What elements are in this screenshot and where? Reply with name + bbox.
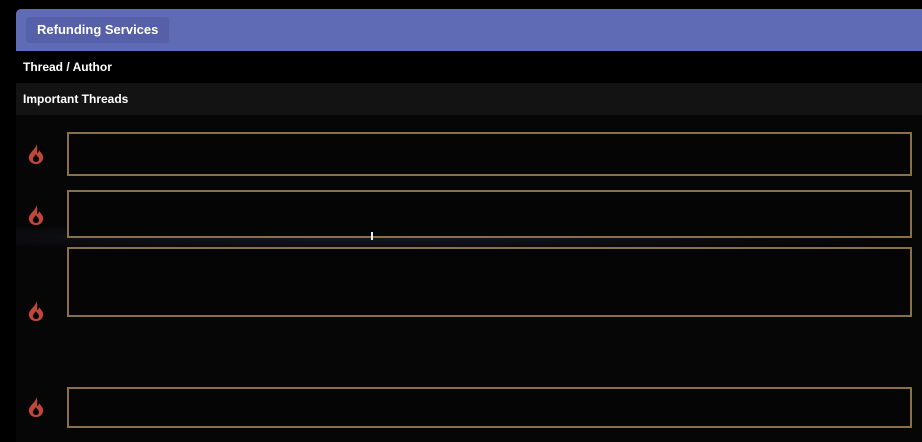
- section-header: Important Threads: [16, 83, 922, 115]
- category-button[interactable]: Refunding Services: [26, 17, 170, 43]
- forum-panel: Refunding Services Thread / Author Impor…: [16, 9, 922, 442]
- flame-icon: [28, 144, 44, 164]
- flame-icon: [28, 205, 44, 225]
- category-header: Refunding Services: [16, 9, 922, 51]
- thread-row[interactable]: [67, 247, 912, 317]
- section-title: Important Threads: [23, 92, 129, 106]
- thread-row[interactable]: [67, 190, 912, 238]
- column-header: Thread / Author: [16, 51, 922, 83]
- text-cursor: [371, 232, 373, 240]
- flame-icon: [28, 397, 44, 417]
- thread-list: [16, 115, 922, 442]
- thread-row[interactable]: [67, 387, 912, 428]
- column-header-label[interactable]: Thread / Author: [23, 51, 112, 83]
- flame-icon: [28, 301, 44, 321]
- thread-row[interactable]: [67, 132, 912, 176]
